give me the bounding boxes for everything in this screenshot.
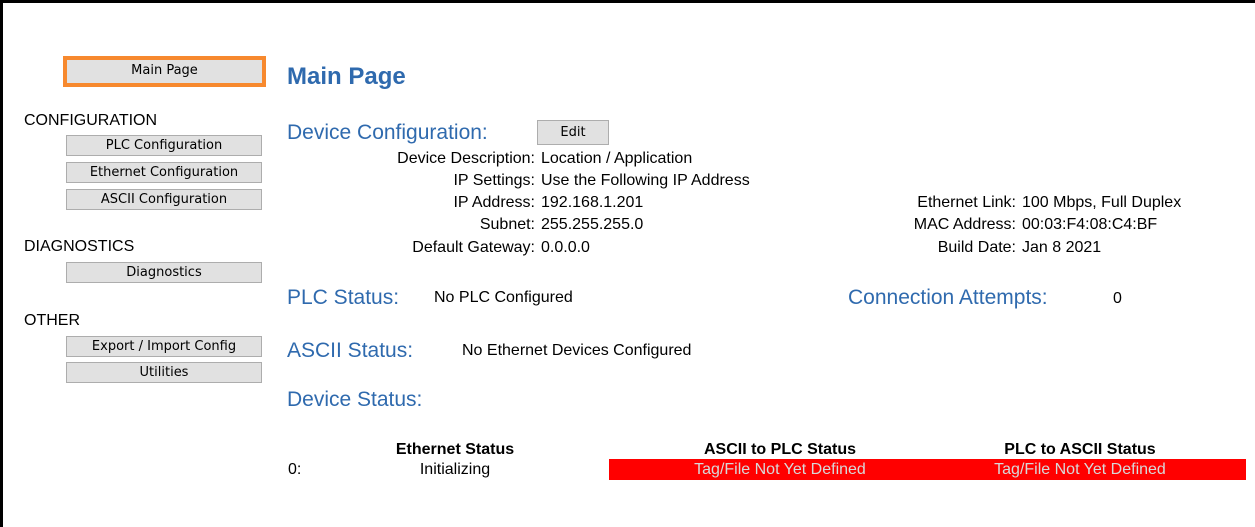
nav-main-page-button[interactable]: Main Page [63,56,266,87]
device-status-heading: Device Status: [287,388,423,411]
mac-address-value: 00:03:F4:08:C4:BF [1022,216,1158,233]
ascii-to-plc-status-cell: Tag/File Not Yet Defined [694,461,866,478]
ip-settings-value: Use the Following IP Address [541,172,750,189]
ascii-status-value: No Ethernet Devices Configured [462,342,692,359]
ascii-status-heading: ASCII Status: [287,339,414,362]
ethernet-status-cell: Initializing [419,461,491,478]
nav-ethernet-configuration-button[interactable]: Ethernet Configuration [66,162,262,183]
connection-attempts-heading: Connection Attempts: [848,286,1048,309]
default-gateway-value: 0.0.0.0 [541,239,590,256]
column-header-ethernet-status: Ethernet Status [395,441,515,458]
ip-address-label: IP Address: [453,194,535,211]
default-gateway-label: Default Gateway: [412,239,535,256]
build-date-label: Build Date: [937,239,1016,256]
ethernet-link-label: Ethernet Link: [917,194,1016,211]
nav-export-import-button[interactable]: Export / Import Config [66,336,262,357]
plc-status-value: No PLC Configured [434,289,573,306]
nav-plc-configuration-button[interactable]: PLC Configuration [66,135,262,156]
ethernet-link-value: 100 Mbps, Full Duplex [1022,194,1182,211]
row-index: 0: [288,461,302,478]
device-description-label: Device Description: [397,150,535,167]
column-header-ascii-to-plc-status: ASCII to PLC Status [703,441,856,458]
build-date-value: Jan 8 2021 [1022,239,1102,256]
nav-section-diagnostics: DIAGNOSTICS [24,238,135,255]
nav-diagnostics-button[interactable]: Diagnostics [66,262,262,283]
mac-address-label: MAC Address: [913,216,1016,233]
connection-attempts-value: 0 [1113,290,1122,307]
ip-address-value: 192.168.1.201 [541,194,644,211]
nav-ascii-configuration-button[interactable]: ASCII Configuration [66,189,262,210]
page-title: Main Page [287,63,406,90]
subnet-label: Subnet: [479,216,535,233]
nav-section-other: OTHER [24,312,80,329]
window-top-border [0,0,1255,3]
ip-settings-label: IP Settings: [453,172,535,189]
edit-button[interactable]: Edit [537,120,609,145]
device-description-value: Location / Application [541,150,693,167]
plc-to-ascii-status-cell: Tag/File Not Yet Defined [994,461,1166,478]
window-left-border [0,0,3,527]
plc-status-heading: PLC Status: [287,286,400,309]
nav-utilities-button[interactable]: Utilities [66,362,262,383]
device-configuration-heading: Device Configuration: [287,121,488,144]
column-header-plc-to-ascii-status: PLC to ASCII Status [1004,441,1156,458]
nav-section-configuration: CONFIGURATION [24,112,158,129]
subnet-value: 255.255.255.0 [541,216,644,233]
